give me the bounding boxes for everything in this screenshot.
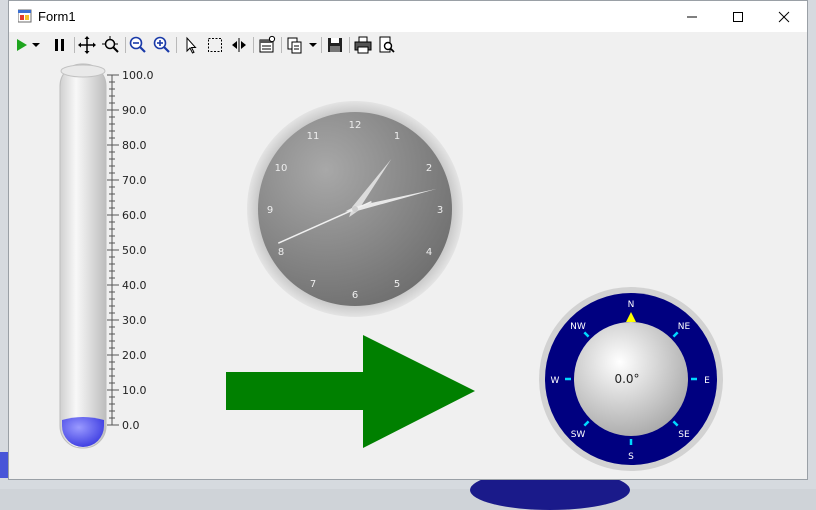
save-icon[interactable] xyxy=(325,35,345,55)
properties-icon[interactable] xyxy=(257,35,277,55)
maximize-icon xyxy=(733,11,743,22)
compass-label-sw: SW xyxy=(571,430,586,440)
thermometer-tick-label: 30.0 xyxy=(122,314,147,327)
zoom-fit-icon[interactable] xyxy=(101,35,121,55)
thermometer-tick-label: 70.0 xyxy=(122,174,147,187)
clock-numeral: 9 xyxy=(267,205,273,216)
minimize-icon xyxy=(687,16,697,17)
copy-icon[interactable] xyxy=(285,35,305,55)
compass: N NE E SE S SW W NW 0.0° xyxy=(539,287,723,471)
clock-numeral: 1 xyxy=(394,131,400,142)
compass-label-n: N xyxy=(628,300,635,310)
thermometer-tick-label: 90.0 xyxy=(122,104,147,117)
instruments-canvas: 100.0 90.0 80.0 70.0 60.0 50.0 40.0 30.0… xyxy=(59,63,723,471)
print-icon[interactable] xyxy=(353,35,373,55)
thermometer-tick-label: 50.0 xyxy=(122,244,147,257)
compass-label-ne: NE xyxy=(678,322,691,332)
toolbar xyxy=(9,32,807,58)
close-button[interactable] xyxy=(761,1,807,32)
dropdown-arrow-icon[interactable] xyxy=(30,35,42,55)
thermometer-tick-label: 100.0 xyxy=(122,69,154,82)
pointer-icon[interactable] xyxy=(181,35,201,55)
zoom-out-icon[interactable] xyxy=(128,35,148,55)
compass-label-se: SE xyxy=(678,430,690,440)
app-icon xyxy=(18,9,32,23)
minimize-button[interactable] xyxy=(669,1,715,32)
analog-clock: 12 1 2 3 4 5 6 7 8 9 10 11 xyxy=(247,101,463,317)
compass-label-e: E xyxy=(704,376,710,386)
clock-numeral: 8 xyxy=(278,247,284,258)
thermometer-tube xyxy=(59,63,107,449)
toolbar-separator xyxy=(125,37,126,53)
window-title: Form1 xyxy=(38,9,76,24)
clock-numeral: 2 xyxy=(426,163,432,174)
print-preview-icon[interactable] xyxy=(377,35,397,55)
toolbar-separator xyxy=(74,37,75,53)
maximize-button[interactable] xyxy=(715,1,761,32)
clock-numeral: 4 xyxy=(426,247,432,258)
pause-icon[interactable] xyxy=(50,35,70,55)
thermometer-scale: 100.0 90.0 80.0 70.0 60.0 50.0 40.0 30.0… xyxy=(122,69,154,432)
toolbar-separator xyxy=(176,37,177,53)
clock-numeral: 12 xyxy=(349,120,362,131)
thermometer: 100.0 90.0 80.0 70.0 60.0 50.0 40.0 30.0… xyxy=(59,63,154,449)
clock-numeral: 5 xyxy=(394,279,400,290)
clock-numeral: 11 xyxy=(307,131,320,142)
close-icon xyxy=(778,11,790,22)
form-window: Form1 100.0 90.0 80.0 70.0 60.0 50.0 40.… xyxy=(8,0,808,480)
dropdown-arrow-icon[interactable] xyxy=(307,35,319,55)
clock-numeral: 3 xyxy=(437,205,443,216)
clock-center-pin xyxy=(352,206,358,212)
clock-numeral: 10 xyxy=(275,163,288,174)
thermometer-tick-label: 0.0 xyxy=(122,419,140,432)
thermometer-tick-label: 80.0 xyxy=(122,139,147,152)
compass-label-s: S xyxy=(628,452,634,462)
pan-icon[interactable] xyxy=(77,35,97,55)
thermometer-tick-label: 20.0 xyxy=(122,349,147,362)
compass-heading-readout: 0.0° xyxy=(614,372,639,386)
select-rect-icon[interactable] xyxy=(205,35,225,55)
compass-label-nw: NW xyxy=(570,322,586,332)
split-icon[interactable] xyxy=(229,35,249,55)
toolbar-separator xyxy=(253,37,254,53)
compass-label-w: W xyxy=(551,376,560,386)
thermometer-tick-label: 60.0 xyxy=(122,209,147,222)
form-canvas: 100.0 90.0 80.0 70.0 60.0 50.0 40.0 30.0… xyxy=(9,58,807,480)
thermometer-tick-label: 10.0 xyxy=(122,384,147,397)
clock-numeral: 6 xyxy=(352,290,358,301)
green-arrow-shape xyxy=(226,335,475,448)
thermometer-tube-top xyxy=(60,64,106,78)
clock-numeral: 7 xyxy=(310,279,316,290)
thermometer-tick-label: 40.0 xyxy=(122,279,147,292)
toolbar-separator xyxy=(349,37,350,53)
thermometer-minor-ticks xyxy=(107,74,119,426)
zoom-in-icon[interactable] xyxy=(152,35,172,55)
toolbar-separator xyxy=(281,37,282,53)
toolbar-separator xyxy=(321,37,322,53)
title-bar[interactable]: Form1 xyxy=(9,1,807,32)
play-icon[interactable] xyxy=(12,35,32,55)
